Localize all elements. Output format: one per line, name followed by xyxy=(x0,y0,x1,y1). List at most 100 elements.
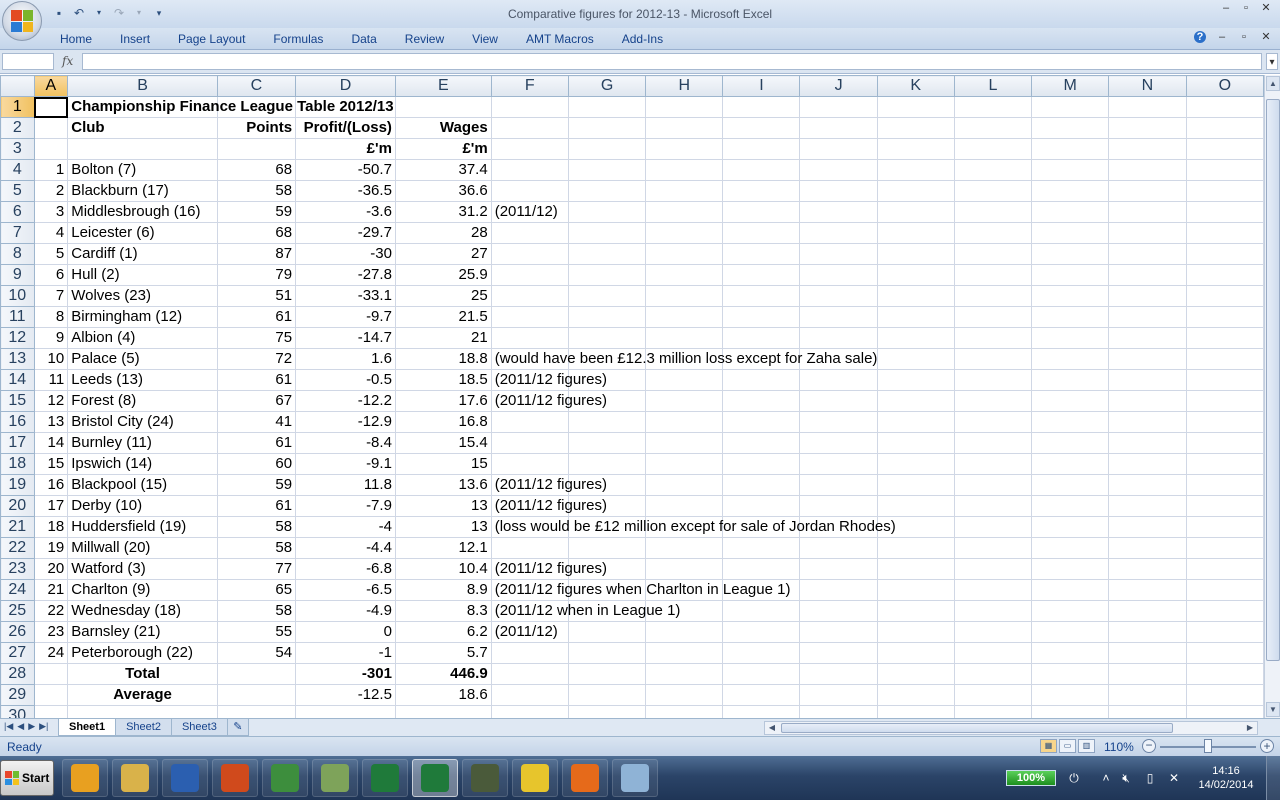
cell[interactable] xyxy=(953,516,1033,538)
cell[interactable] xyxy=(1108,600,1187,622)
cell[interactable] xyxy=(1108,684,1187,706)
profit-cell[interactable]: -4.9 xyxy=(295,600,396,622)
cell[interactable] xyxy=(216,138,297,160)
cell[interactable] xyxy=(1185,495,1264,517)
row-header[interactable]: 14 xyxy=(0,369,35,391)
cell[interactable] xyxy=(645,411,724,433)
battery-indicator[interactable]: 100% xyxy=(1006,770,1056,786)
cell[interactable] xyxy=(876,684,955,706)
cell[interactable] xyxy=(799,306,878,328)
position-cell[interactable]: 1 xyxy=(33,159,69,181)
column-header-f[interactable]: F xyxy=(490,75,569,97)
wages-cell[interactable]: 21.5 xyxy=(394,306,492,328)
club-cell[interactable]: Leeds (13) xyxy=(67,369,218,391)
insert-function-icon[interactable]: fx xyxy=(62,54,73,68)
name-box[interactable] xyxy=(2,53,54,70)
cell[interactable] xyxy=(1108,201,1187,223)
note-cell[interactable]: (2011/12 figures) xyxy=(490,558,607,580)
position-cell[interactable]: 9 xyxy=(33,327,69,349)
cell[interactable] xyxy=(394,96,492,118)
cell[interactable] xyxy=(490,453,569,475)
points-cell[interactable]: 55 xyxy=(216,621,297,643)
points-cell[interactable]: 59 xyxy=(216,474,297,496)
cell[interactable] xyxy=(1031,348,1110,370)
cell[interactable] xyxy=(567,138,647,160)
cell[interactable] xyxy=(1108,495,1187,517)
average-label[interactable]: Average xyxy=(67,684,218,706)
page-layout-view-icon[interactable]: ▭ xyxy=(1059,739,1076,753)
cell[interactable] xyxy=(567,180,647,202)
points-cell[interactable]: 61 xyxy=(216,495,297,517)
cell[interactable] xyxy=(953,159,1033,181)
cell[interactable] xyxy=(799,705,878,718)
cell[interactable] xyxy=(1185,642,1264,664)
wages-cell[interactable]: 28 xyxy=(394,222,492,244)
cell[interactable] xyxy=(1108,243,1187,265)
profit-cell[interactable]: -9.7 xyxy=(295,306,396,328)
club-cell[interactable]: Forest (8) xyxy=(67,390,218,412)
profit-cell[interactable]: -6.5 xyxy=(295,579,396,601)
cell[interactable] xyxy=(490,96,569,118)
cell[interactable] xyxy=(645,705,724,718)
wages-cell[interactable]: 18.8 xyxy=(394,348,492,370)
cell[interactable] xyxy=(799,411,878,433)
cell[interactable] xyxy=(567,432,647,454)
cell[interactable] xyxy=(490,642,569,664)
scroll-up-icon[interactable]: ▲ xyxy=(1266,76,1280,91)
cell[interactable] xyxy=(1031,243,1110,265)
doc-restore-icon[interactable]: ▫ xyxy=(1238,31,1250,43)
club-cell[interactable]: Blackburn (17) xyxy=(67,180,218,202)
cell[interactable] xyxy=(490,663,569,685)
cell[interactable] xyxy=(799,600,878,622)
profit-cell[interactable]: -30 xyxy=(295,243,396,265)
note-cell[interactable]: (2011/12 figures) xyxy=(490,474,607,496)
profit-cell[interactable]: -50.7 xyxy=(295,159,396,181)
cell[interactable] xyxy=(645,201,724,223)
cell[interactable] xyxy=(645,663,724,685)
column-header-j[interactable]: J xyxy=(799,75,878,97)
cell[interactable] xyxy=(953,558,1033,580)
cell[interactable] xyxy=(645,474,724,496)
cell[interactable] xyxy=(490,159,569,181)
profit-cell[interactable]: -29.7 xyxy=(295,222,396,244)
row-header[interactable]: 8 xyxy=(0,243,35,265)
cell[interactable] xyxy=(490,117,569,139)
cell[interactable] xyxy=(1031,222,1110,244)
cell[interactable] xyxy=(876,621,955,643)
cell[interactable] xyxy=(567,306,647,328)
average-wages[interactable]: 18.6 xyxy=(394,684,492,706)
cell[interactable] xyxy=(1031,411,1110,433)
points-cell[interactable]: 61 xyxy=(216,432,297,454)
row-header[interactable]: 10 xyxy=(0,285,35,307)
close-icon[interactable]: ✕ xyxy=(1260,2,1272,14)
column-header-l[interactable]: L xyxy=(953,75,1033,97)
cell[interactable] xyxy=(722,222,801,244)
cell[interactable] xyxy=(1185,243,1264,265)
taskbar-app[interactable] xyxy=(62,759,108,797)
tab-amt-macros[interactable]: AMT Macros xyxy=(512,31,608,48)
cell[interactable] xyxy=(799,285,878,307)
network-icon[interactable]: ✕ xyxy=(1166,770,1182,786)
cell[interactable] xyxy=(799,474,878,496)
points-cell[interactable]: 61 xyxy=(216,306,297,328)
cell[interactable] xyxy=(876,96,955,118)
row-header[interactable]: 22 xyxy=(0,537,35,559)
cell[interactable] xyxy=(1108,579,1187,601)
zoom-slider-thumb[interactable] xyxy=(1204,739,1212,753)
cell[interactable] xyxy=(953,201,1033,223)
cell[interactable] xyxy=(1031,159,1110,181)
points-cell[interactable]: 58 xyxy=(216,516,297,538)
cell[interactable] xyxy=(953,138,1033,160)
club-cell[interactable]: Wolves (23) xyxy=(67,285,218,307)
points-cell[interactable]: 79 xyxy=(216,264,297,286)
page-break-view-icon[interactable]: ▥ xyxy=(1078,739,1095,753)
note-cell[interactable]: (2011/12) xyxy=(490,621,569,643)
club-cell[interactable]: Bolton (7) xyxy=(67,159,218,181)
cell[interactable] xyxy=(722,96,801,118)
row-header[interactable]: 6 xyxy=(0,201,35,223)
row-header[interactable]: 3 xyxy=(0,138,35,160)
cell[interactable] xyxy=(953,327,1033,349)
note-cell[interactable]: (2011/12) xyxy=(490,201,569,223)
club-cell[interactable]: Cardiff (1) xyxy=(67,243,218,265)
position-cell[interactable]: 7 xyxy=(33,285,69,307)
